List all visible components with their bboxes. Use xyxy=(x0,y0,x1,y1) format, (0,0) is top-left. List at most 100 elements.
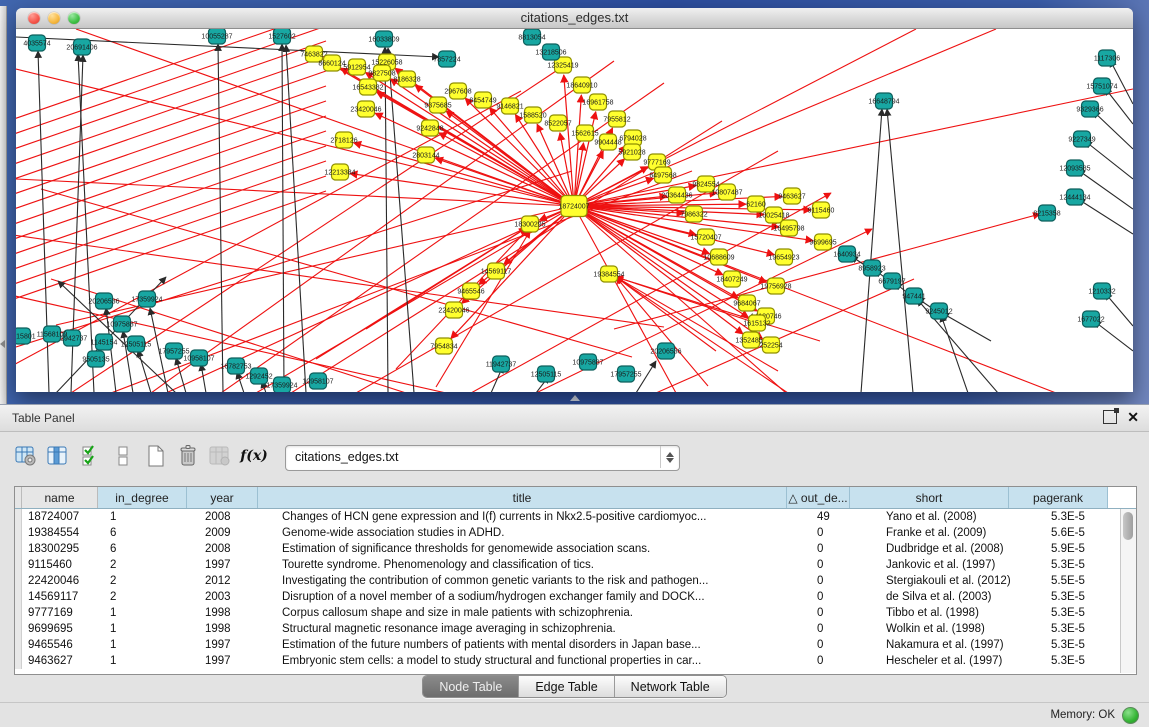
graph-node[interactable]: 17359924 xyxy=(131,291,162,307)
graph-node[interactable]: 15720407 xyxy=(690,229,721,245)
graph-node[interactable]: 20206536 xyxy=(650,343,681,359)
table-cell-in_degree[interactable]: 1 xyxy=(104,637,199,653)
table-cell-year[interactable]: 2009 xyxy=(199,525,276,541)
table-cell-year[interactable]: 1997 xyxy=(199,653,276,669)
table-row[interactable]: 977716911998Corpus callosum shape and si… xyxy=(15,605,1136,621)
graph-node[interactable]: 12505115 xyxy=(121,336,152,352)
graph-node[interactable]: 10055287 xyxy=(201,29,232,44)
graph-node[interactable]: 10958107 xyxy=(302,373,333,389)
table-cell-title[interactable]: Genome-wide association studies in ADHD. xyxy=(276,525,811,541)
graph-node[interactable]: 2718126 xyxy=(330,132,357,148)
table-cell-title[interactable]: Investigating the contribution of common… xyxy=(276,573,811,589)
table-row[interactable]: 946362711997Embryonic stem cells: a mode… xyxy=(15,653,1136,669)
graph-node[interactable]: 947441 xyxy=(902,288,925,304)
table-cell-in_degree[interactable]: 2 xyxy=(104,589,199,605)
table-cell-out_degree[interactable]: 0 xyxy=(811,653,880,669)
table-cell-year[interactable]: 2012 xyxy=(199,573,276,589)
table-settings-button[interactable] xyxy=(12,441,40,471)
graph-node[interactable]: 9505135 xyxy=(82,351,109,367)
graph-node[interactable]: 12213384 xyxy=(324,164,355,180)
graph-node[interactable]: 9699695 xyxy=(809,234,836,250)
graph-node[interactable]: 1527602 xyxy=(268,29,295,44)
table-cell-name[interactable]: 18724007 xyxy=(22,509,104,525)
table-cell-out_degree[interactable]: 0 xyxy=(811,525,880,541)
table-cell-title[interactable]: Embryonic stem cells: a model to study s… xyxy=(276,653,811,669)
splitter-handle[interactable] xyxy=(570,395,580,401)
graph-node[interactable]: 7954834 xyxy=(430,338,457,354)
table-cell-name[interactable]: 19384554 xyxy=(22,525,104,541)
table-cell-out_degree[interactable]: 0 xyxy=(811,557,880,573)
table-row[interactable]: 1872400712008Changes of HCN gene express… xyxy=(15,509,1136,525)
table-cell-in_degree[interactable]: 1 xyxy=(104,621,199,637)
table-cell-title[interactable]: Structural magnetic resonance image aver… xyxy=(276,621,811,637)
graph-node[interactable]: 17957255 xyxy=(610,366,641,382)
table-cell-short[interactable]: Tibbo et al. (1998) xyxy=(880,605,1045,621)
graph-node[interactable]: 20206536 xyxy=(88,293,119,309)
table-cell-short[interactable]: Franke et al. (2009) xyxy=(880,525,1045,541)
column-header-title[interactable]: title xyxy=(258,487,787,508)
table-cell-in_degree[interactable]: 1 xyxy=(104,509,199,525)
graph-node[interactable]: 12093585 xyxy=(1059,160,1090,176)
table-cell-out_degree[interactable]: 0 xyxy=(811,541,880,557)
table-row[interactable]: 946554611997Estimation of the future num… xyxy=(15,637,1136,653)
graph-node[interactable]: 9463627 xyxy=(778,188,805,204)
close-panel-icon[interactable]: ✕ xyxy=(1127,411,1139,423)
citation-network-graph[interactable]: 7463822866012459129541522605898275088186… xyxy=(16,29,1133,392)
graph-node[interactable]: 7955812 xyxy=(603,111,630,127)
column-header-name[interactable]: name xyxy=(22,487,98,508)
graph-node[interactable]: 11942737 xyxy=(486,356,517,372)
table-row[interactable]: 1938455462009Genome-wide association stu… xyxy=(15,525,1136,541)
table-cell-title[interactable]: Tourette syndrome. Phenomenology and cla… xyxy=(276,557,811,573)
table-cell-short[interactable]: Nakamura et al. (1997) xyxy=(880,637,1045,653)
graph-node[interactable]: 9329366 xyxy=(1076,101,1103,117)
tab-edge-table[interactable]: Edge Table xyxy=(519,676,614,697)
table-cell-title[interactable]: Estimation of significance thresholds fo… xyxy=(276,541,811,557)
column-header-out_de[interactable]: △ out_de... xyxy=(787,487,850,508)
vertical-scrollbar[interactable] xyxy=(1120,509,1136,673)
table-cell-short[interactable]: Stergiakouli et al. (2012) xyxy=(880,573,1045,589)
table-cell-in_degree[interactable]: 2 xyxy=(104,573,199,589)
table-row[interactable]: 911546021997Tourette syndrome. Phenomeno… xyxy=(15,557,1136,573)
graph-hub-node[interactable]: 18724007 xyxy=(558,196,589,217)
graph-node[interactable]: 12444134 xyxy=(1059,189,1090,205)
graph-node[interactable]: 16782753 xyxy=(220,358,251,374)
tab-network-table[interactable]: Network Table xyxy=(615,676,726,697)
graph-node[interactable]: 1117306 xyxy=(1094,50,1120,66)
graph-node[interactable]: 16961758 xyxy=(582,94,613,110)
graph-node[interactable]: 5921028 xyxy=(618,144,645,160)
table-cell-short[interactable]: Jankovic et al. (1997) xyxy=(880,557,1045,573)
panel-collapse-arrow-icon[interactable] xyxy=(0,340,5,348)
table-row[interactable]: 1830029562008Estimation of significance … xyxy=(15,541,1136,557)
graph-node[interactable]: 20691406 xyxy=(66,39,97,55)
table-cell-name[interactable]: 14569117 xyxy=(22,589,104,605)
graph-node[interactable]: 2967608 xyxy=(444,83,471,99)
table-cell-name[interactable]: 9115460 xyxy=(22,557,104,573)
table-cell-in_degree[interactable]: 1 xyxy=(104,605,199,621)
table-cell-name[interactable]: 18300295 xyxy=(22,541,104,557)
table-row[interactable]: 2242004622012Investigating the contribut… xyxy=(15,573,1136,589)
column-header-short[interactable]: short xyxy=(850,487,1009,508)
graph-node[interactable]: 9115460 xyxy=(808,202,835,218)
table-cell-year[interactable]: 1997 xyxy=(199,557,276,573)
table-cell-out_degree[interactable]: 49 xyxy=(811,509,880,525)
column-header-year[interactable]: year xyxy=(187,487,258,508)
graph-node[interactable]: 15751074 xyxy=(1086,78,1117,94)
graph-node[interactable]: 10688609 xyxy=(703,249,734,265)
graph-node[interactable]: 10975887 xyxy=(572,354,603,370)
table-row[interactable]: 1456911722003Disruption of a novel membe… xyxy=(15,589,1136,605)
graph-node[interactable]: 10975887 xyxy=(106,316,137,332)
table-cell-out_degree[interactable]: 0 xyxy=(811,573,880,589)
table-cell-out_degree[interactable]: 0 xyxy=(811,589,880,605)
table-cell-out_degree[interactable]: 0 xyxy=(811,605,880,621)
table-cell-short[interactable]: Dudbridge et al. (2008) xyxy=(880,541,1045,557)
table-cell-name[interactable]: 9465546 xyxy=(22,637,104,653)
graph-node[interactable]: 18640910 xyxy=(566,77,597,93)
tab-node-table[interactable]: Node Table xyxy=(423,676,519,697)
table-cell-name[interactable]: 9777169 xyxy=(22,605,104,621)
graph-node[interactable]: 19654923 xyxy=(768,249,799,265)
graph-node[interactable]: 16648794 xyxy=(868,93,899,109)
table-cell-out_degree[interactable]: 0 xyxy=(811,621,880,637)
graph-node[interactable]: 14569117 xyxy=(481,263,512,279)
graph-node[interactable]: 252254 xyxy=(759,337,782,353)
table-cell-year[interactable]: 1998 xyxy=(199,621,276,637)
